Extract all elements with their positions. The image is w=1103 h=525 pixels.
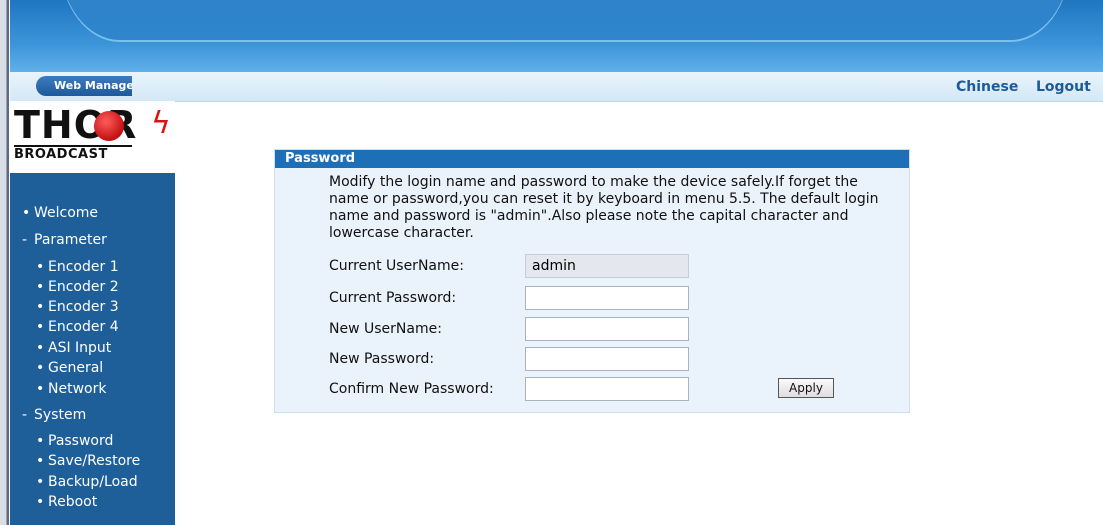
apply-button[interactable]: Apply (778, 378, 834, 398)
web-manage-tab[interactable]: Web Manage (36, 76, 132, 96)
current-username-label: Current UserName: (329, 258, 464, 274)
top-navbar: Web Manage Chinese Logout (10, 72, 1103, 102)
panel-title: Password (275, 150, 909, 168)
new-password-input[interactable] (525, 347, 689, 371)
sidebar-item-welcome[interactable]: • Welcome (22, 205, 98, 221)
top-banner (10, 0, 1103, 72)
sidebar-item-save-restore[interactable]: • Save/Restore (36, 453, 140, 469)
sidebar-item-asi-input[interactable]: • ASI Input (36, 340, 111, 356)
thor-broadcast-logo: THOR ϟ BROADCAST (10, 101, 175, 173)
logo-sub-text: BROADCAST (14, 147, 108, 162)
sidebar-item-reboot[interactable]: • Reboot (36, 494, 97, 510)
new-username-label: New UserName: (329, 321, 442, 337)
confirm-password-label: Confirm New Password: (329, 381, 494, 397)
sidebar-item-encoder-3[interactable]: • Encoder 3 (36, 299, 119, 315)
logo-lightning-icon: ϟ (151, 106, 171, 141)
new-username-input[interactable] (525, 317, 689, 341)
sidebar: THOR ϟ BROADCAST • Welcome - Parameter • En… (10, 101, 175, 525)
chinese-language-link[interactable]: Chinese (956, 79, 1018, 95)
current-password-label: Current Password: (329, 290, 457, 306)
confirm-password-input[interactable] (525, 377, 689, 401)
logout-link[interactable]: Logout (1036, 79, 1091, 95)
sidebar-item-system[interactable]: - System (22, 407, 86, 423)
panel-description: Modify the login name and password to ma… (329, 174, 879, 241)
sidebar-item-parameter[interactable]: - Parameter (22, 232, 107, 248)
window-left-edge (0, 0, 9, 525)
sidebar-item-network[interactable]: • Network (36, 381, 106, 397)
sidebar-item-backup-load[interactable]: • Backup/Load (36, 474, 138, 490)
sidebar-item-password[interactable]: • Password (36, 433, 113, 449)
banner-wave-decoration (60, 0, 1070, 40)
logo-globe-icon (94, 111, 124, 141)
current-username-input[interactable] (525, 254, 689, 278)
sidebar-item-encoder-1[interactable]: • Encoder 1 (36, 259, 119, 275)
sidebar-item-encoder-4[interactable]: • Encoder 4 (36, 319, 119, 335)
current-password-input[interactable] (525, 286, 689, 310)
sidebar-item-encoder-2[interactable]: • Encoder 2 (36, 279, 119, 295)
sidebar-item-general[interactable]: • General (36, 360, 103, 376)
password-panel: Password Modify the login name and passw… (274, 149, 910, 413)
new-password-label: New Password: (329, 351, 435, 367)
